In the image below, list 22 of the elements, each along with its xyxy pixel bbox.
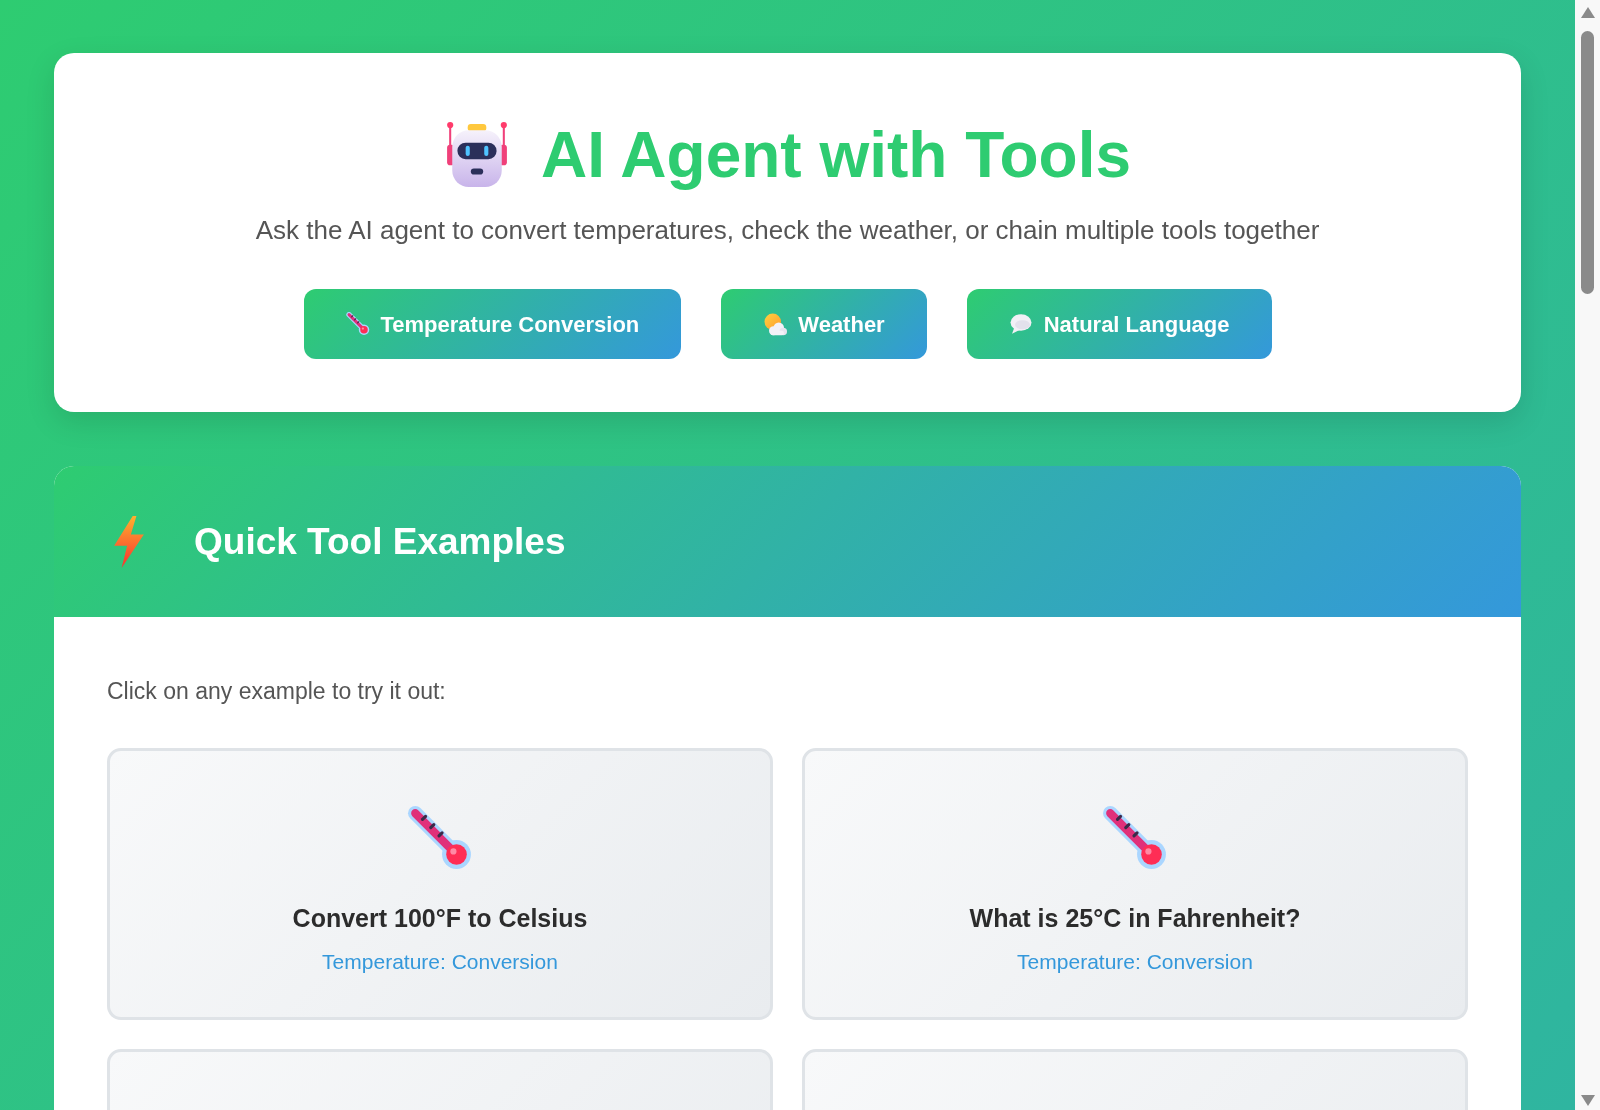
tool-label: Temperature: Conversion: [322, 949, 558, 975]
example-card[interactable]: What is 25°C in Fahrenheit? Temperature: Conversion: [802, 748, 1468, 1020]
example-query: What is 25°C in Fahrenheit?: [969, 903, 1301, 934]
example-query: Convert 100°F to Celsius: [292, 903, 588, 934]
sun-cloud-icon: [763, 312, 788, 336]
page-title: AI Agent with Tools: [540, 120, 1132, 190]
thermometer-icon: [345, 312, 370, 336]
thermometer-icon: [407, 806, 473, 872]
category-button[interactable]: Natural Language: [966, 289, 1272, 359]
scrollbar-thumb[interactable]: [1581, 31, 1594, 294]
page-subtitle: Ask the AI agent to convert temperatures, check the weather, or chain multiple tools together: [255, 214, 1320, 247]
tool-label: Temperature: Conversion: [1017, 949, 1253, 975]
example-card[interactable]: Convert 100°F to Celsius Temperature: Conversion: [107, 748, 773, 1020]
speech-bubble-icon: [1008, 312, 1033, 336]
category-button[interactable]: Weather: [721, 289, 927, 359]
instruction-text: Click on any example to try it out:: [107, 677, 447, 706]
category-button[interactable]: Temperature Conversion: [303, 289, 682, 359]
scroll-up-arrow-icon[interactable]: [1580, 7, 1595, 18]
lightning-icon: [112, 515, 146, 568]
scroll-down-arrow-icon[interactable]: [1580, 1095, 1595, 1106]
panel-title: Quick Tool Examples: [194, 519, 566, 564]
thermometer-icon: [1102, 806, 1168, 872]
